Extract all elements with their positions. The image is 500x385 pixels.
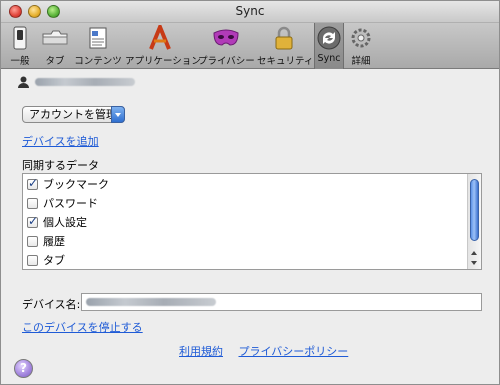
tab-advanced-label: 詳細 — [351, 56, 371, 67]
list-scrollbar[interactable] — [467, 174, 481, 269]
manage-account-label: アカウントを管理 — [29, 108, 117, 121]
tabs-checkbox[interactable] — [27, 254, 38, 266]
tab-privacy-label: プライバシー — [198, 56, 255, 67]
tab-advanced[interactable]: 詳細 — [346, 23, 376, 69]
popup-arrow-icon — [111, 106, 125, 123]
list-item-label: タブ — [43, 254, 65, 267]
person-icon — [18, 76, 29, 88]
scrollbar-thumb[interactable] — [470, 179, 479, 241]
sync-data-label: 同期するデータ — [22, 159, 99, 172]
account-email-redacted — [35, 78, 135, 86]
list-item[interactable]: パスワード — [27, 194, 98, 212]
terms-link[interactable]: 利用規約 — [179, 345, 223, 358]
tab-applications-label: アプリケーション — [125, 56, 201, 67]
tab-applications[interactable]: アプリケーション — [125, 21, 201, 69]
tab-security-label: セキュリティ — [257, 56, 314, 67]
list-item[interactable]: ブックマーク — [27, 175, 109, 193]
title-bar: Sync — [1, 1, 499, 23]
tab-general-label: 一般 — [10, 56, 30, 67]
tab-sync[interactable]: Sync — [314, 23, 344, 69]
footer-links: 利用規約 プライバシーポリシー — [179, 343, 348, 359]
tab-content[interactable]: コンテンツ — [74, 23, 122, 69]
list-item-label: パスワード — [43, 197, 98, 210]
tab-content-label: コンテンツ — [74, 56, 122, 67]
list-item[interactable]: 履歴 — [27, 232, 65, 250]
device-name-field[interactable] — [81, 293, 482, 311]
preferences-toolbar: 一般 タブ コンテンツ アプリケーション プライバシー セキュリティ Sync … — [1, 21, 499, 69]
account-row — [18, 75, 135, 89]
history-checkbox[interactable] — [27, 235, 38, 247]
list-item-label: ブックマーク — [43, 178, 109, 191]
scroll-down-arrow-icon[interactable] — [468, 258, 481, 268]
add-device-link[interactable]: デバイスを追加 — [22, 133, 99, 149]
window-title: Sync — [235, 4, 265, 18]
stop-device-link[interactable]: このデバイスを停止する — [22, 319, 143, 335]
applications-icon — [146, 21, 174, 51]
preferences-checkbox[interactable] — [27, 214, 38, 228]
tab-sync-label: Sync — [317, 53, 341, 64]
sync-data-list[interactable]: ブックマーク パスワード 個人設定 履歴 タブ — [22, 173, 482, 270]
gear-icon — [347, 25, 375, 51]
preferences-window: Sync 一般 タブ コンテンツ アプリケーション プライバシー セキュリティ … — [0, 0, 500, 385]
tab-privacy[interactable]: プライバシー — [198, 23, 255, 69]
list-item[interactable]: タブ — [27, 251, 65, 269]
lock-icon — [270, 25, 298, 51]
tab-tabs-label: タブ — [45, 56, 65, 67]
privacy-policy-link[interactable]: プライバシーポリシー — [239, 345, 349, 358]
help-button[interactable]: ? — [14, 359, 33, 378]
device-name-label: デバイス名: — [22, 298, 81, 311]
manage-account-popup[interactable]: アカウントを管理 — [22, 106, 125, 123]
device-name-redacted — [86, 298, 216, 306]
privacy-mask-icon — [212, 25, 240, 51]
tab-general[interactable]: 一般 — [3, 23, 37, 69]
sync-icon — [315, 25, 343, 51]
list-item[interactable]: 個人設定 — [27, 213, 87, 231]
list-item-label: 個人設定 — [43, 216, 87, 229]
tabs-icon — [41, 25, 69, 51]
bookmarks-checkbox[interactable] — [27, 176, 38, 190]
scroll-up-arrow-icon[interactable] — [468, 248, 481, 258]
content-icon — [84, 25, 112, 51]
tab-security[interactable]: セキュリティ — [257, 23, 314, 69]
tab-tabs[interactable]: タブ — [39, 23, 71, 69]
sync-pane: アカウントを管理 デバイスを追加 同期するデータ ブックマーク パスワード 個人… — [1, 70, 499, 384]
switch-icon — [6, 25, 34, 51]
list-item-label: 履歴 — [43, 235, 65, 248]
passwords-checkbox[interactable] — [27, 197, 38, 209]
